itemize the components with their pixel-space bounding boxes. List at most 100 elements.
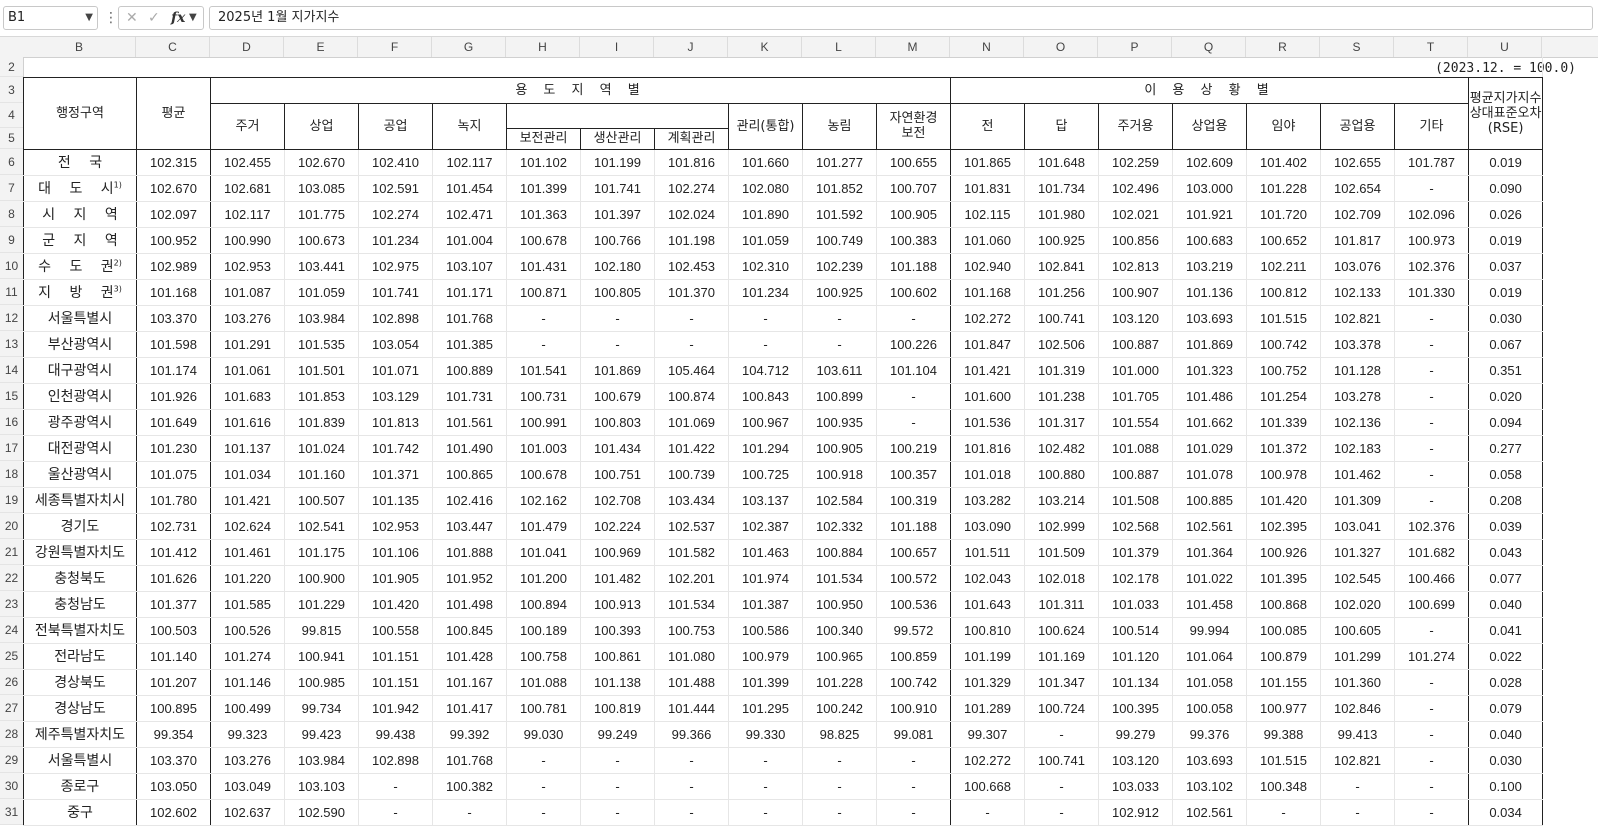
value-cell[interactable]: 100.990 (210, 227, 285, 254)
value-cell[interactable]: 100.751 (580, 461, 655, 488)
value-cell[interactable]: 101.682 (1394, 539, 1469, 566)
value-cell[interactable]: 102.912 (1098, 799, 1173, 826)
value-cell[interactable]: 100.526 (210, 617, 285, 644)
value-cell[interactable]: 101.534 (654, 591, 729, 618)
value-cell[interactable]: 101.479 (506, 513, 581, 540)
fx-icon[interactable]: fx (171, 7, 185, 29)
value-cell[interactable]: 102.387 (728, 513, 803, 540)
value-cell[interactable]: 102.020 (1320, 591, 1395, 618)
value-cell[interactable]: 101.417 (432, 695, 507, 722)
value-cell[interactable]: 102.410 (358, 149, 433, 176)
value-cell[interactable]: 101.188 (876, 513, 951, 540)
value-cell[interactable]: 99.030 (506, 721, 581, 748)
row-header-15[interactable]: 15 (0, 383, 23, 409)
value-cell[interactable]: - (580, 772, 655, 800)
value-cell[interactable]: 103.611 (802, 357, 877, 384)
region-cell[interactable]: 시 지 역 (23, 201, 137, 228)
value-cell[interactable]: 101.169 (1024, 643, 1099, 670)
value-cell[interactable]: - (1024, 772, 1099, 800)
value-cell[interactable]: 101.853 (284, 383, 359, 410)
row-header-27[interactable]: 27 (0, 695, 23, 721)
value-cell[interactable]: 100.861 (580, 643, 655, 670)
value-cell[interactable]: 101.660 (728, 149, 803, 176)
value-cell[interactable]: 102.898 (358, 746, 433, 774)
value-cell[interactable]: 101.541 (506, 357, 581, 384)
value-cell[interactable]: 101.034 (210, 461, 285, 488)
value-cell[interactable]: 102.315 (136, 149, 211, 176)
value-cell[interactable]: 99.392 (432, 721, 507, 748)
header-mgmt-col[interactable]: 계획관리 (654, 127, 729, 150)
value-cell[interactable]: 103.278 (1320, 383, 1395, 410)
value-cell[interactable]: 100.673 (284, 227, 359, 254)
value-cell[interactable]: 101.060 (950, 227, 1025, 254)
value-cell[interactable]: - (1394, 721, 1469, 748)
value-cell[interactable]: 99.423 (284, 721, 359, 748)
value-cell[interactable]: 101.974 (728, 565, 803, 592)
value-cell[interactable]: 101.004 (432, 227, 507, 254)
value-cell[interactable]: 101.648 (1024, 149, 1099, 176)
region-cell[interactable]: 대구광역시 (23, 357, 137, 384)
row-header-30[interactable]: 30 (0, 773, 23, 799)
value-cell[interactable]: 99.279 (1098, 721, 1173, 748)
value-cell[interactable]: 102.602 (136, 799, 211, 826)
value-cell[interactable]: 100.655 (876, 149, 951, 176)
value-cell[interactable]: 100.935 (802, 409, 877, 436)
value-cell[interactable]: 101.151 (358, 643, 433, 670)
region-cell[interactable]: 서울특별시 (23, 304, 137, 332)
value-cell[interactable]: 100.812 (1246, 279, 1321, 306)
value-cell[interactable]: 102.821 (1320, 304, 1395, 332)
column-header-o[interactable]: O (1024, 37, 1098, 57)
value-cell[interactable]: 101.041 (506, 539, 581, 566)
value-cell[interactable]: 101.952 (432, 565, 507, 592)
value-cell[interactable]: 100.991 (506, 409, 581, 436)
value-cell[interactable]: 99.413 (1320, 721, 1395, 748)
value-cell[interactable]: 102.655 (1320, 149, 1395, 176)
value-cell[interactable]: 100.383 (876, 227, 951, 254)
value-cell[interactable]: 101.138 (580, 669, 655, 696)
value-cell[interactable]: 100.880 (1024, 461, 1099, 488)
value-cell[interactable]: 0.043 (1468, 539, 1544, 566)
value-cell[interactable]: - (1394, 409, 1469, 436)
value-cell[interactable]: 103.276 (210, 304, 285, 332)
row-header-29[interactable]: 29 (0, 747, 23, 773)
value-cell[interactable]: - (1394, 435, 1469, 462)
value-cell[interactable]: 101.058 (1172, 669, 1247, 696)
value-cell[interactable]: 100.699 (1394, 591, 1469, 618)
value-cell[interactable]: - (654, 746, 729, 774)
value-cell[interactable]: 100.507 (284, 487, 359, 514)
value-cell[interactable]: 100.558 (358, 617, 433, 644)
header-use-col[interactable]: 답 (1024, 102, 1099, 150)
value-cell[interactable]: 100.979 (728, 643, 803, 670)
value-cell[interactable]: 102.813 (1098, 253, 1173, 280)
value-cell[interactable]: 101.200 (506, 565, 581, 592)
value-cell[interactable]: 100.749 (802, 227, 877, 254)
value-cell[interactable]: 102.224 (580, 513, 655, 540)
value-cell[interactable]: 103.041 (1320, 513, 1395, 540)
value-cell[interactable]: 101.385 (432, 331, 507, 358)
value-cell[interactable]: 0.277 (1468, 435, 1544, 462)
value-cell[interactable]: 0.077 (1468, 565, 1544, 592)
value-cell[interactable]: 100.679 (580, 383, 655, 410)
value-cell[interactable]: 101.921 (1172, 201, 1247, 228)
value-cell[interactable]: 102.180 (580, 253, 655, 280)
value-cell[interactable]: - (654, 799, 729, 826)
value-cell[interactable]: 101.509 (1024, 539, 1099, 566)
value-cell[interactable]: 102.999 (1024, 513, 1099, 540)
value-cell[interactable]: 102.708 (580, 487, 655, 514)
value-cell[interactable]: 101.734 (1024, 175, 1099, 202)
value-cell[interactable]: 100.393 (580, 617, 655, 644)
value-cell[interactable]: 101.463 (728, 539, 803, 566)
value-cell[interactable]: 101.230 (136, 435, 211, 462)
value-cell[interactable]: 102.989 (136, 253, 211, 280)
value-cell[interactable]: 102.376 (1394, 513, 1469, 540)
value-cell[interactable]: 102.416 (432, 487, 507, 514)
header-mgmt-integrated[interactable]: 관리(통합) (728, 102, 803, 150)
value-cell[interactable]: 101.890 (728, 201, 803, 228)
value-cell[interactable]: 101.371 (358, 461, 433, 488)
value-cell[interactable]: 101.421 (210, 487, 285, 514)
value-cell[interactable]: 102.590 (284, 799, 359, 826)
value-cell[interactable]: 0.030 (1468, 304, 1544, 332)
value-cell[interactable]: 100.871 (506, 279, 581, 306)
value-cell[interactable]: 100.868 (1246, 591, 1321, 618)
formula-input[interactable]: 2025년 1월 지가지수 (209, 6, 1593, 30)
